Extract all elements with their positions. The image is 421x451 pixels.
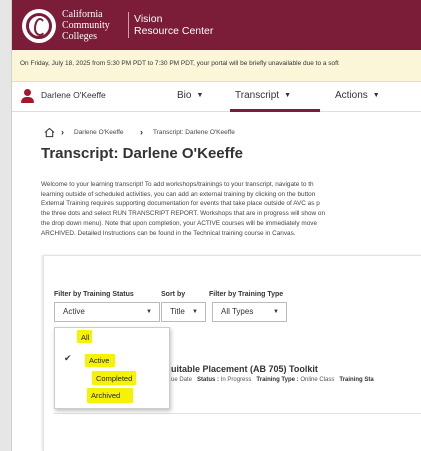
intro-line: learning outside of scheduled activities… bbox=[41, 190, 316, 198]
caret-down-icon: ▼ bbox=[196, 92, 204, 99]
intro-line: the three dots and select RUN TRANSCRIPT… bbox=[41, 210, 326, 218]
header-divider bbox=[128, 12, 129, 38]
caret-down-icon: ▼ bbox=[372, 92, 380, 99]
browser-frame: California Community Colleges Vision Res… bbox=[12, 0, 421, 451]
intro-line: the drop down menu). Note that upon comp… bbox=[41, 219, 317, 227]
vision-line-1: Vision bbox=[134, 13, 163, 25]
site-header: California Community Colleges Vision Res… bbox=[12, 0, 421, 50]
status-key: Status : bbox=[197, 377, 220, 383]
ccc-seal-logo[interactable] bbox=[22, 9, 56, 43]
breadcrumb-current: Transcript: Darlene O'Keeffe bbox=[153, 129, 235, 136]
training-type-value: Online Class bbox=[300, 377, 335, 383]
user-icon bbox=[21, 89, 34, 104]
type-filter-value: All Types bbox=[221, 307, 254, 316]
caret-down-icon: ▼ bbox=[146, 309, 152, 315]
nav-user-name[interactable]: Darlene O'Keeffe bbox=[41, 90, 106, 100]
intro-line: External Training requires supporting do… bbox=[41, 200, 320, 208]
caret-down-icon: ▼ bbox=[192, 309, 198, 315]
course-due-date: ue Date bbox=[171, 377, 193, 383]
course-meta: ue Date Status : In Progress Training Ty… bbox=[171, 377, 374, 383]
active-tab-indicator bbox=[230, 109, 320, 112]
intro-text: Welcome to your learning transcript! To … bbox=[41, 180, 421, 238]
college-line-2: Community bbox=[62, 20, 110, 31]
tab-transcript[interactable]: Transcript ▼ bbox=[235, 90, 291, 101]
tab-actions-label: Actions bbox=[335, 90, 368, 101]
college-line-3: Colleges bbox=[62, 31, 97, 42]
tab-bio-label: Bio bbox=[177, 90, 192, 101]
course-title[interactable]: uitable Placement (AB 705) Toolkit bbox=[171, 364, 318, 374]
college-name: California Community Colleges bbox=[62, 9, 110, 42]
home-icon[interactable] bbox=[44, 127, 55, 138]
status-options-dropdown: All Active Completed Archived bbox=[54, 327, 170, 409]
profile-nav: Darlene O'Keeffe Bio ▼ Transcript ▼ Action… bbox=[12, 82, 421, 112]
caret-down-icon: ▼ bbox=[273, 309, 279, 315]
chevron-right-icon: › bbox=[140, 127, 143, 137]
intro-line: Welcome to your learning transcript! To … bbox=[41, 181, 314, 188]
tab-actions[interactable]: Actions ▼ bbox=[335, 90, 380, 101]
status-filter-label: Filter by Training Status bbox=[54, 291, 134, 298]
option-completed[interactable]: Completed bbox=[96, 374, 132, 383]
type-filter-label: Filter by Training Type bbox=[209, 291, 284, 298]
status-filter-value: Active bbox=[63, 307, 85, 316]
vision-resource-center: Vision Resource Center bbox=[134, 13, 213, 37]
tab-bio[interactable]: Bio ▼ bbox=[177, 90, 203, 101]
tab-transcript-label: Transcript bbox=[235, 90, 280, 101]
sort-label: Sort by bbox=[161, 291, 186, 298]
status-filter-select[interactable]: Active ▼ bbox=[54, 302, 160, 322]
maintenance-banner: On Friday, July 18, 2025 from 5:30 PM PD… bbox=[12, 50, 421, 82]
sort-value: Title bbox=[170, 307, 185, 316]
window-edge bbox=[0, 0, 12, 451]
status-value: In Progress bbox=[220, 377, 252, 383]
intro-line: ARCHIVED. Detailed Instructions can be f… bbox=[41, 229, 296, 237]
row-divider bbox=[54, 413, 421, 414]
vision-line-2: Resource Center bbox=[134, 25, 214, 37]
check-icon: ✔ bbox=[64, 353, 72, 363]
college-line-1: California bbox=[62, 9, 103, 20]
page-title: Transcript: Darlene O'Keeffe bbox=[41, 145, 243, 162]
option-active[interactable]: Active bbox=[89, 356, 109, 365]
training-status-key: Training Sta bbox=[339, 377, 374, 383]
chevron-right-icon: › bbox=[61, 127, 64, 137]
option-archived[interactable]: Archived bbox=[91, 391, 120, 400]
sort-select[interactable]: Title ▼ bbox=[161, 302, 206, 322]
type-filter-select[interactable]: All Types ▼ bbox=[212, 302, 287, 322]
breadcrumb-user[interactable]: Darlene O'Keeffe bbox=[74, 129, 124, 136]
banner-text: On Friday, July 18, 2025 from 5:30 PM PD… bbox=[20, 60, 339, 67]
option-all[interactable]: All bbox=[81, 333, 89, 342]
training-type-key: Training Type : bbox=[256, 377, 299, 383]
caret-down-icon: ▼ bbox=[284, 92, 292, 99]
